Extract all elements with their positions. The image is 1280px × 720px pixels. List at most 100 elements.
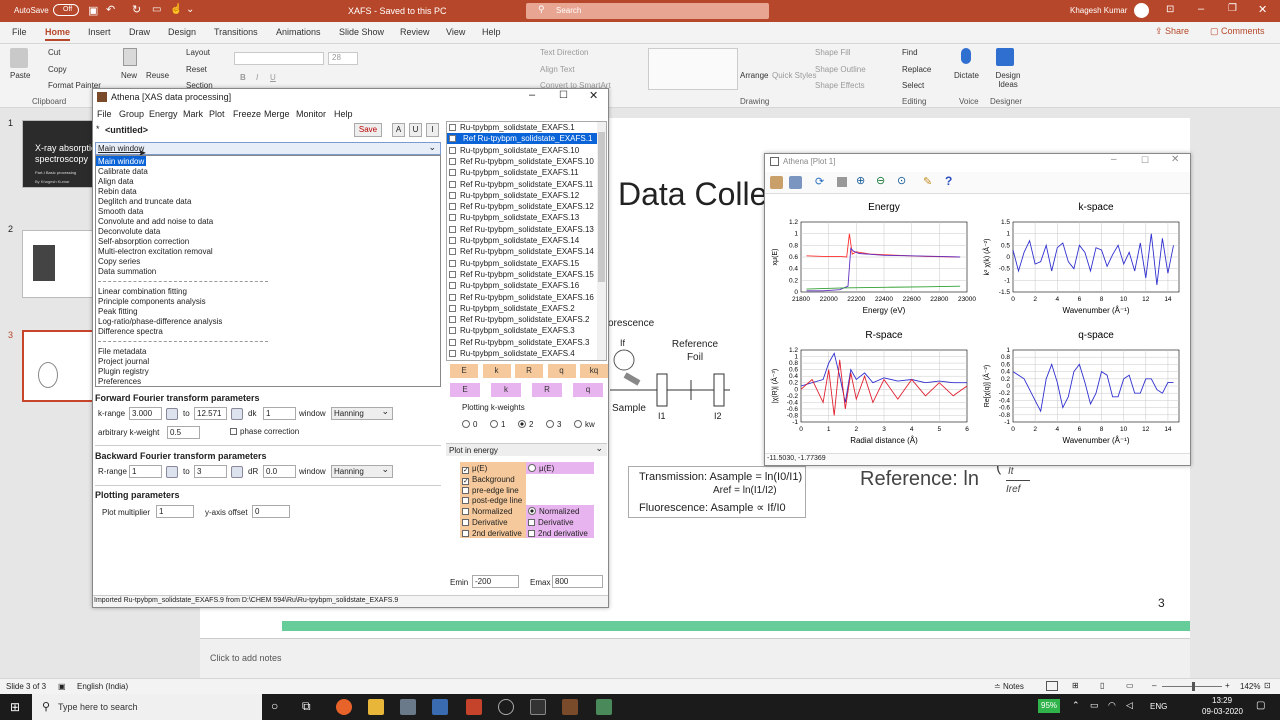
group-checkbox[interactable] bbox=[449, 237, 456, 244]
paste-icon[interactable] bbox=[10, 48, 28, 68]
rmax-field[interactable]: 3 bbox=[194, 465, 227, 478]
group-list-item[interactable]: Ref Ru-tpybpm_solidstate_EXAFS.2 bbox=[447, 314, 597, 325]
kmax-field[interactable]: 12.571 bbox=[194, 407, 227, 420]
athena-close-icon[interactable]: ✕ bbox=[589, 89, 598, 102]
checkbox[interactable] bbox=[528, 518, 535, 526]
arb-kweight-field[interactable]: 0.5 bbox=[167, 426, 200, 439]
tool-selector-combo[interactable]: Main window ⌄ bbox=[95, 142, 441, 155]
slide-thumbnail-2[interactable] bbox=[22, 230, 94, 298]
save-button[interactable]: Save bbox=[354, 123, 382, 137]
notes-toggle[interactable]: ≐ Notes bbox=[994, 682, 1024, 691]
fwd-window-select[interactable]: Hanning bbox=[331, 406, 393, 420]
group-list-item[interactable]: Ru-tpybpm_solidstate_EXAFS.12 bbox=[447, 190, 597, 201]
clock-date[interactable]: 09-03-2020 bbox=[1202, 707, 1243, 716]
clipboard-icon[interactable] bbox=[770, 176, 783, 189]
menu-item-multi-electron[interactable]: Multi-electron excitation removal bbox=[98, 247, 213, 256]
group-checkbox[interactable] bbox=[449, 191, 456, 199]
athena-maximize-icon[interactable]: ☐ bbox=[559, 90, 568, 101]
fit-to-window-icon[interactable]: ⊡ bbox=[1264, 681, 1271, 690]
font-name-box[interactable] bbox=[234, 52, 324, 65]
plot-maximize-icon[interactable]: ☐ bbox=[1141, 155, 1149, 166]
checkbox[interactable] bbox=[462, 529, 469, 537]
find-button[interactable]: Find bbox=[902, 48, 918, 57]
plot-button-e-purple[interactable]: E bbox=[450, 383, 480, 397]
menu-item-self-absorption[interactable]: Self-absorption correction bbox=[98, 237, 189, 246]
energy-option-right[interactable]: Normalized bbox=[526, 506, 579, 517]
zoom-slider-thumb[interactable] bbox=[1192, 682, 1195, 691]
text-direction-button[interactable]: Text Direction bbox=[540, 48, 588, 57]
phase-correction-checkbox[interactable]: phase correction bbox=[230, 427, 299, 436]
notifications-icon[interactable]: ▢ bbox=[1256, 700, 1265, 711]
shape-effects-button[interactable]: Shape Effects bbox=[815, 81, 865, 90]
design-ideas-button[interactable]: Design Ideas bbox=[993, 71, 1023, 89]
battery-indicator[interactable]: 95% bbox=[1038, 699, 1061, 713]
slide-title[interactable]: Data Colle bbox=[618, 176, 767, 213]
group-list-item[interactable]: Ru-tpybpm_solidstate_EXAFS.2 bbox=[447, 303, 597, 314]
firefox-icon[interactable] bbox=[336, 699, 352, 715]
menu-item-rebin[interactable]: Rebin data bbox=[98, 187, 137, 196]
athena-menu-merge[interactable]: Merge bbox=[264, 109, 290, 119]
menu-item-align[interactable]: Align data bbox=[98, 177, 134, 186]
checkbox[interactable] bbox=[462, 519, 469, 526]
bwd-window-select[interactable]: Hanning bbox=[331, 464, 393, 478]
zoom-in-button[interactable]: + bbox=[1225, 681, 1230, 690]
group-checkbox[interactable] bbox=[449, 248, 456, 256]
input-language[interactable]: ENG bbox=[1150, 702, 1167, 711]
group-checkbox[interactable] bbox=[449, 338, 456, 346]
plot-taskbar-icon[interactable] bbox=[596, 699, 612, 715]
kmin-field[interactable]: 3.000 bbox=[129, 407, 162, 420]
energy-option-checkbox[interactable]: 2nd derivative bbox=[460, 528, 522, 539]
group-checkbox[interactable] bbox=[449, 304, 456, 312]
arrange-button[interactable]: Arrange bbox=[740, 71, 768, 80]
group-list-item[interactable]: Ru-tpybpm_solidstate_EXAFS.10 bbox=[447, 145, 597, 156]
kweight-radio-0[interactable]: 0 bbox=[460, 419, 477, 430]
checkbox[interactable] bbox=[462, 486, 469, 494]
plot-button-e-orange[interactable]: E bbox=[450, 364, 478, 378]
menu-item-project-journal[interactable]: Project journal bbox=[98, 357, 149, 366]
athena-menu-freeze[interactable]: Freeze bbox=[233, 109, 261, 119]
energy-option-right[interactable]: μ(E) bbox=[526, 463, 554, 474]
select-button[interactable]: Select bbox=[902, 81, 924, 90]
tab-home[interactable]: Home bbox=[45, 27, 71, 41]
shapes-gallery[interactable] bbox=[648, 48, 738, 90]
terminal-icon[interactable] bbox=[530, 699, 546, 715]
energy-option-checkbox[interactable]: ✓ Background bbox=[460, 474, 515, 485]
phase-correction-box[interactable] bbox=[230, 428, 237, 435]
checkbox[interactable] bbox=[462, 497, 469, 505]
plot-button-k-orange[interactable]: k bbox=[482, 364, 511, 378]
menu-item-convolute[interactable]: Convolute and add noise to data bbox=[98, 217, 213, 226]
radio-circle[interactable] bbox=[546, 420, 554, 428]
app-icon[interactable] bbox=[432, 699, 448, 715]
shape-fill-button[interactable]: Shape Fill bbox=[815, 48, 851, 57]
group-list-item[interactable]: Ref Ru-tpybpm_solidstate_EXAFS.3 bbox=[447, 337, 597, 348]
tab-help[interactable]: Help bbox=[482, 27, 501, 37]
microphone-icon[interactable] bbox=[961, 48, 971, 64]
menu-item-file-metadata[interactable]: File metadata bbox=[98, 347, 146, 356]
shape-outline-button[interactable]: Shape Outline bbox=[815, 65, 866, 74]
slide-thumbnail-1[interactable]: X-ray absorption spectroscopy Part-I Bas… bbox=[22, 120, 94, 188]
paste-label[interactable]: Paste bbox=[10, 71, 30, 80]
group-checkbox[interactable] bbox=[449, 225, 456, 233]
copy-button[interactable]: Copy bbox=[48, 65, 67, 74]
athena-menu-help[interactable]: Help bbox=[334, 109, 353, 119]
group-list-item[interactable]: Ref Ru-tpybpm_solidstate_EXAFS.13 bbox=[447, 224, 597, 235]
athena-minimize-icon[interactable]: – bbox=[529, 89, 535, 101]
vertical-scrollbar[interactable] bbox=[1268, 108, 1280, 678]
clock-time[interactable]: 13:29 bbox=[1212, 696, 1232, 705]
undo-icon[interactable]: ↶ bbox=[106, 3, 115, 16]
slideshow-view-icon[interactable]: ▭ bbox=[1126, 681, 1134, 690]
reference-equation[interactable]: Reference: ln bbox=[860, 468, 979, 491]
reading-view-icon[interactable]: ▯ bbox=[1100, 681, 1104, 690]
slide-sorter-icon[interactable]: ⊞ bbox=[1072, 681, 1079, 690]
group-checkbox[interactable] bbox=[449, 293, 456, 301]
energy-option-checkbox[interactable]: post-edge line bbox=[460, 495, 522, 506]
athena-menu-file[interactable]: File bbox=[97, 109, 112, 119]
volume-icon[interactable]: ◁ bbox=[1126, 700, 1133, 711]
tab-view[interactable]: View bbox=[446, 27, 465, 37]
layout-button[interactable]: Layout bbox=[186, 48, 210, 57]
save-icon[interactable]: ▣ bbox=[88, 4, 98, 17]
menu-item-log-ratio[interactable]: Log-ratio/phase-difference analysis bbox=[98, 317, 222, 326]
normal-view-icon[interactable] bbox=[1046, 681, 1058, 691]
menu-item-lcf[interactable]: Linear combination fitting bbox=[98, 287, 187, 296]
comments-button[interactable]: ▢ Comments bbox=[1210, 26, 1265, 37]
